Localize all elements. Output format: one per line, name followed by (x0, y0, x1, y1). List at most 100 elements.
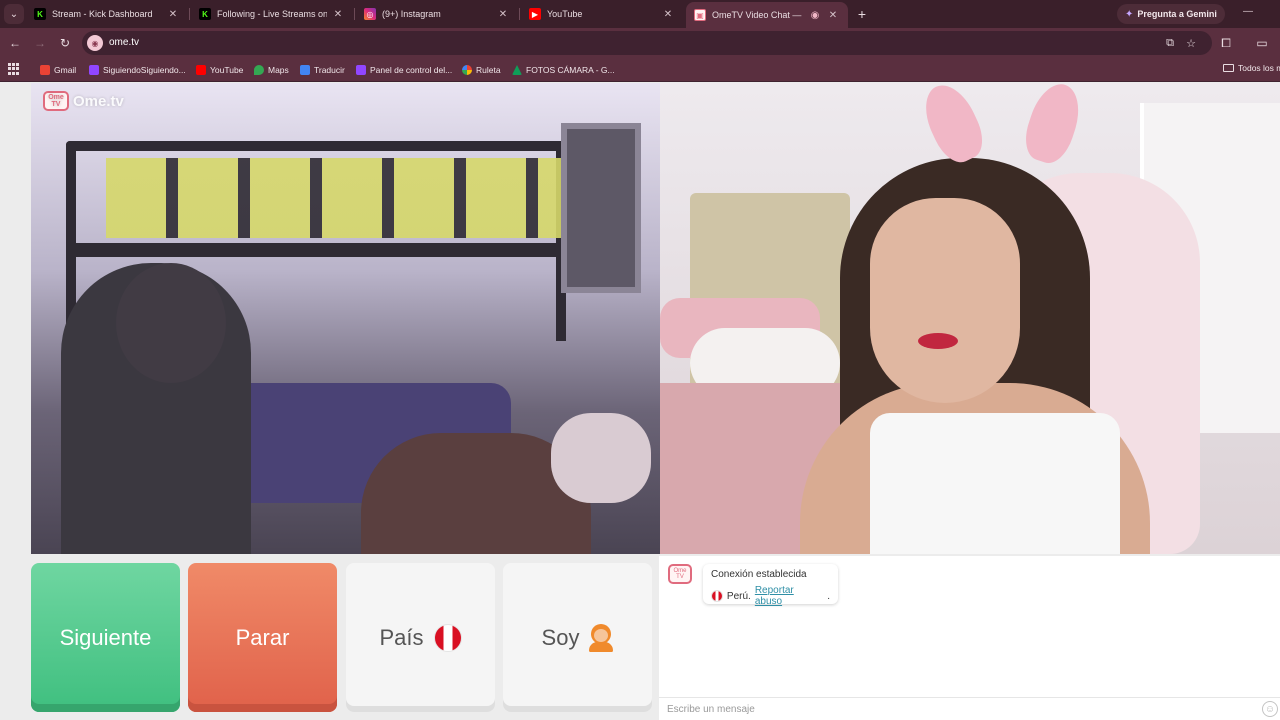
maps-pin-icon (254, 65, 264, 75)
tab-instagram[interactable]: ◎ (9+) Instagram ✕ (356, 2, 518, 26)
gemini-label: Pregunta a Gemini (1137, 9, 1217, 19)
instagram-icon: ◎ (364, 8, 376, 20)
tab-strip: ⌄ K Stream - Kick Dashboard ✕ K Followin… (0, 0, 1280, 28)
peru-flag-icon (433, 623, 462, 652)
tab-ometv[interactable]: ▣ OmeTV Video Chat — Ome ◉ ✕ (686, 2, 848, 28)
kick-icon: K (34, 8, 46, 20)
bookmark-twitch-following[interactable]: SiguiendoSiguiendo... (89, 63, 186, 77)
person-face (870, 198, 1020, 403)
next-button[interactable]: Siguiente (31, 563, 180, 712)
back-arrow-icon[interactable]: ← (6, 34, 24, 52)
new-tab-button[interactable]: + (853, 5, 871, 23)
extensions-icon[interactable]: ⧠ (1217, 34, 1235, 52)
ometv-logo: Ome TV Ome.tv (43, 91, 124, 111)
country-text: Perú. (726, 590, 751, 602)
self-video (660, 83, 1280, 554)
peru-flag-icon (711, 590, 723, 602)
connection-status: Conexión establecida (711, 569, 807, 580)
close-icon[interactable]: ✕ (661, 9, 675, 20)
chat-input-bar: ☺ (659, 697, 1280, 720)
stranger-video: Ome TV Ome.tv (31, 83, 660, 554)
hand (551, 413, 651, 503)
gender-label: Soy (541, 624, 580, 650)
gender-button[interactable]: Soy (503, 563, 652, 712)
wheel-icon (462, 65, 472, 75)
logo-text: Ome.tv (73, 92, 124, 110)
gemini-button[interactable]: ✦ Pregunta a Gemini (1117, 4, 1225, 24)
bookmark-star-icon[interactable]: ☆ (1183, 35, 1199, 51)
bookmark-label: Maps (268, 65, 289, 75)
google-drive-icon (512, 65, 522, 75)
bunk-rail (66, 243, 566, 257)
person-left-head (116, 263, 226, 383)
tab-kick-following[interactable]: K Following - Live Streams on Kic ✕ (191, 2, 353, 26)
url-text[interactable]: ome.tv (109, 37, 139, 48)
twitch-icon (89, 65, 99, 75)
bookmark-label: Traducir (314, 65, 345, 75)
side-panel-icon[interactable]: ▭ (1253, 34, 1271, 52)
close-icon[interactable]: ✕ (496, 9, 510, 20)
tab-search-button[interactable]: ⌄ (4, 4, 24, 24)
bunk-mattress (106, 158, 566, 238)
bookmark-label: Ruleta (476, 65, 501, 75)
tab-youtube[interactable]: ▶ YouTube ✕ (521, 2, 683, 26)
tab-separator (354, 8, 355, 20)
forward-arrow-icon[interactable]: → (31, 34, 49, 52)
lips (918, 333, 958, 349)
tab-kick-dashboard[interactable]: K Stream - Kick Dashboard ✕ (26, 2, 188, 26)
system-message-bubble: Conexión establecida Perú. Reportar abus… (703, 564, 838, 607)
folder-icon (1223, 64, 1234, 72)
emoji-icon[interactable]: ☺ (1262, 701, 1278, 717)
ometv-tv-icon: Ome TV (668, 564, 692, 584)
close-icon[interactable]: ✕ (826, 10, 840, 21)
message-input[interactable] (667, 701, 1247, 718)
bookmark-youtube[interactable]: YouTube (196, 63, 243, 77)
report-abuse-link[interactable]: Reportar abuso (755, 585, 823, 607)
bookmark-label: SiguiendoSiguiendo... (103, 65, 186, 75)
tab-separator (189, 8, 190, 20)
country-line: Perú. Reportar abuso. (711, 585, 830, 607)
address-bar[interactable]: ◉ ome.tv ⧉ ☆ (82, 31, 1212, 55)
browser-toolbar: ← → ↻ ◉ ome.tv ⧉ ☆ ⧠ ▭ (0, 28, 1280, 58)
bookmark-label: Gmail (54, 65, 77, 75)
tab-title: Stream - Kick Dashboard (52, 9, 153, 19)
white-top (870, 413, 1120, 554)
next-label: Siguiente (59, 624, 152, 650)
close-icon[interactable]: ✕ (166, 9, 180, 20)
country-button[interactable]: País (346, 563, 495, 712)
bookmark-fotos-camara[interactable]: FOTOS CÁMARA - G... (512, 63, 615, 77)
bookmark-gmail[interactable]: Gmail (40, 63, 76, 77)
bookmark-label: FOTOS CÁMARA - G... (526, 65, 615, 75)
chat-panel: Ome TV Conexión establecida Perú. Report… (659, 556, 1280, 720)
report-suffix: . (827, 590, 830, 602)
stop-label: Parar (235, 624, 290, 650)
tab-title: YouTube (547, 9, 583, 19)
close-icon[interactable]: ✕ (331, 9, 345, 20)
bookmark-maps[interactable]: Maps (254, 63, 289, 77)
ometv-tv-icon: Ome TV (43, 91, 69, 111)
tab-title: (9+) Instagram (382, 9, 441, 19)
all-bookmarks-label: Todos los m (1238, 63, 1280, 73)
ometv-page: Ome TV Ome.tv Siguiente Parar País Soy O… (0, 83, 1280, 720)
bookmark-ruleta[interactable]: Ruleta (462, 63, 501, 77)
all-bookmarks-folder[interactable]: Todos los m (1223, 63, 1280, 73)
reload-icon[interactable]: ↻ (56, 34, 74, 52)
tab-title: Following - Live Streams on Kic (217, 9, 327, 19)
screen-share-icon[interactable]: ⧉ (1162, 35, 1178, 51)
kick-icon: K (199, 8, 211, 20)
bookmark-label: YouTube (210, 65, 244, 75)
apps-grid-icon[interactable] (8, 63, 20, 75)
country-label: País (379, 624, 424, 650)
bookmark-translate[interactable]: Traducir (300, 63, 345, 77)
woman-icon (589, 623, 614, 652)
bookmarks-bar: Gmail SiguiendoSiguiendo... YouTube Maps… (0, 58, 1280, 82)
twitch-icon (356, 65, 366, 75)
stop-button[interactable]: Parar (188, 563, 337, 712)
translate-icon (300, 65, 310, 75)
site-info-icon[interactable]: ◉ (87, 35, 103, 51)
minimize-icon[interactable]: — (1243, 6, 1253, 17)
recording-icon: ◉ (810, 9, 820, 21)
bookmark-twitch-dashboard[interactable]: Panel de control del... (356, 63, 452, 77)
tab-title: OmeTV Video Chat — Ome (712, 10, 804, 20)
tab-separator (519, 8, 520, 20)
